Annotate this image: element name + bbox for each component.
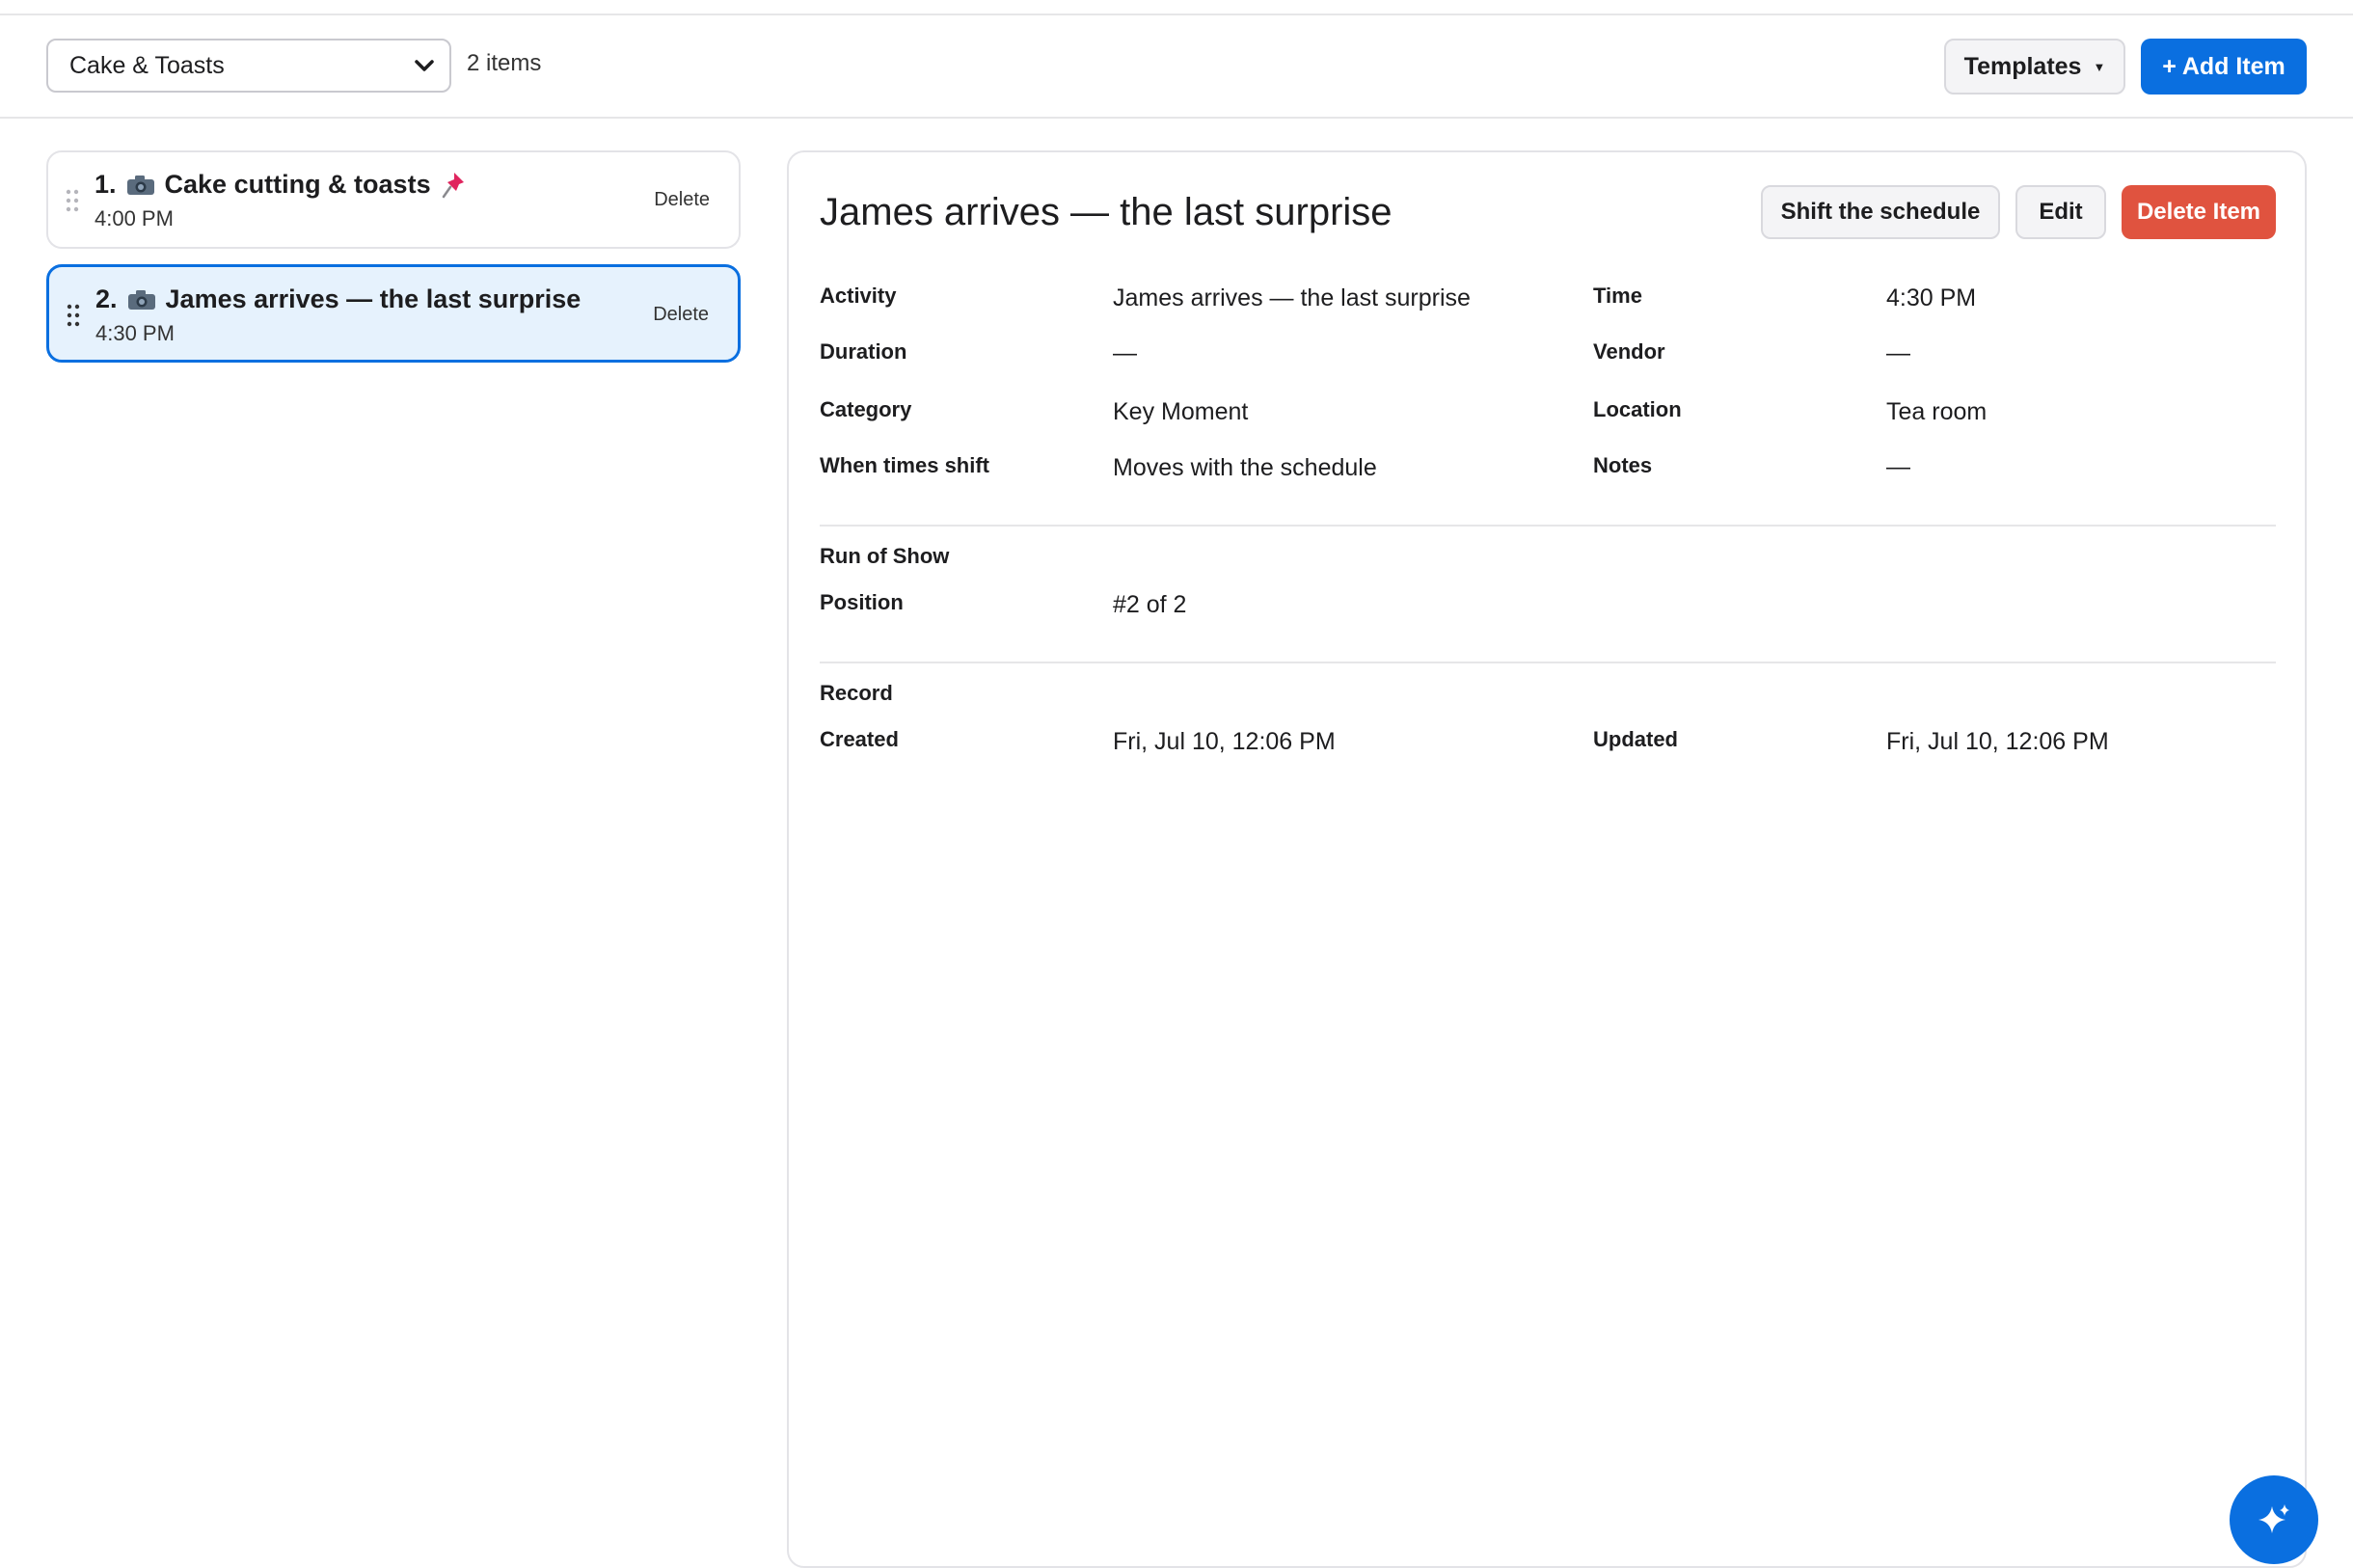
- drag-handle-icon[interactable]: [66, 189, 79, 212]
- time-value: 4:30 PM: [1886, 284, 1977, 311]
- category-label: Category: [820, 397, 912, 421]
- templates-button[interactable]: Templates ▼: [1944, 39, 2125, 95]
- duration-label: Duration: [820, 339, 907, 364]
- time-label: Time: [1593, 284, 1642, 308]
- created-value: Fri, Jul 10, 12:06 PM: [1113, 728, 1336, 755]
- list-item-number: 1.: [95, 170, 117, 199]
- delete-link[interactable]: Delete: [654, 189, 710, 211]
- notes-label: Notes: [1593, 453, 1653, 477]
- timeline-select-value: Cake & Toasts: [69, 51, 225, 79]
- activity-label: Activity: [820, 284, 897, 308]
- list-item[interactable]: 2. James arrives — the last surprise 4:3…: [46, 264, 741, 363]
- detail-title: James arrives — the last surprise: [820, 191, 1393, 233]
- pin-icon: [442, 172, 464, 198]
- vendor-label: Vendor: [1593, 339, 1665, 364]
- camera-icon: [127, 289, 155, 310]
- detail-panel: James arrives — the last surprise Shift …: [787, 150, 2307, 1568]
- add-item-button[interactable]: + Add Item: [2141, 39, 2307, 95]
- record-heading: Record: [820, 681, 893, 705]
- delete-item-button[interactable]: Delete Item: [2122, 185, 2276, 239]
- templates-label: Templates: [1963, 52, 2082, 80]
- created-label: Created: [820, 727, 899, 751]
- location-value: Tea room: [1886, 398, 1988, 425]
- run-of-show-heading: Run of Show: [820, 544, 950, 568]
- shift-schedule-button[interactable]: Shift the schedule: [1761, 185, 2000, 239]
- category-value: Key Moment: [1113, 398, 1249, 425]
- toolbar: Cake & Toasts 2 items Templates ▼ + Add …: [0, 15, 2353, 119]
- list-item-time: 4:00 PM: [95, 206, 174, 230]
- location-label: Location: [1593, 397, 1682, 421]
- shift-value: Moves with the schedule: [1113, 454, 1377, 481]
- assistant-button[interactable]: [2230, 1475, 2318, 1564]
- camera-icon: [126, 175, 154, 195]
- notes-value: —: [1886, 453, 1910, 480]
- section-divider: [820, 525, 2276, 527]
- vendor-value: —: [1886, 339, 1910, 366]
- list-item-title: 2. James arrives — the last surprise: [95, 284, 581, 314]
- caret-down-icon: ▼: [2093, 59, 2106, 74]
- list-item-time: 4:30 PM: [95, 321, 175, 345]
- activity-value: James arrives — the last surprise: [1113, 284, 1471, 311]
- list-item[interactable]: 1. Cake cutting & toasts 4:00 PM Delete: [46, 150, 741, 249]
- position-label: Position: [820, 590, 904, 614]
- list-item-number: 2.: [95, 284, 118, 313]
- duration-value: —: [1113, 339, 1137, 366]
- list-item-label: James arrives — the last surprise: [165, 284, 581, 313]
- sparkle-icon: [2258, 1504, 2289, 1533]
- list-item-label: Cake cutting & toasts: [164, 170, 431, 199]
- section-divider: [820, 662, 2276, 663]
- position-value: #2 of 2: [1113, 591, 1187, 618]
- item-count: 2 items: [467, 50, 542, 76]
- edit-button[interactable]: Edit: [2015, 185, 2106, 239]
- updated-label: Updated: [1593, 727, 1678, 751]
- timeline-select[interactable]: Cake & Toasts: [46, 39, 451, 93]
- shift-label: When times shift: [820, 453, 990, 477]
- chevron-down-icon: [415, 60, 434, 71]
- drag-handle-icon[interactable]: [67, 304, 80, 327]
- list-item-title: 1. Cake cutting & toasts: [95, 170, 468, 200]
- delete-link[interactable]: Delete: [653, 304, 709, 326]
- timeline-list: 1. Cake cutting & toasts 4:00 PM Delete …: [46, 150, 741, 378]
- updated-value: Fri, Jul 10, 12:06 PM: [1886, 728, 2109, 755]
